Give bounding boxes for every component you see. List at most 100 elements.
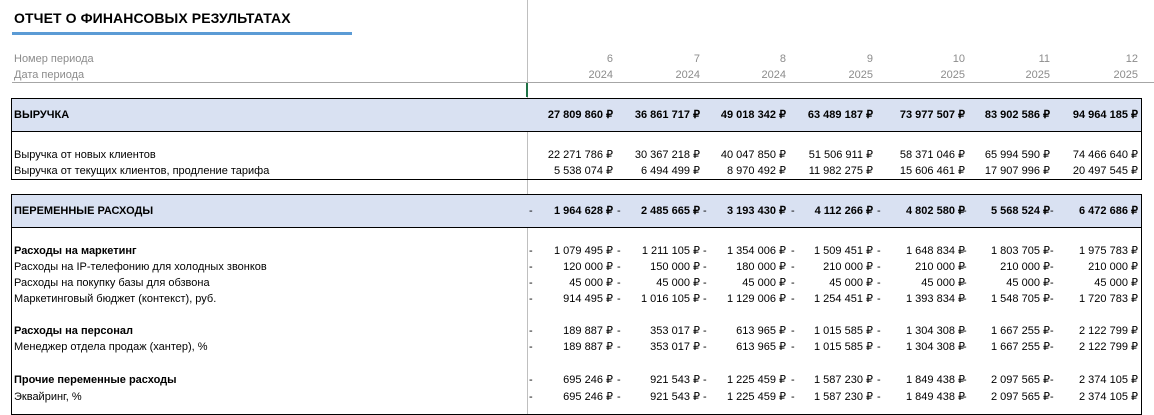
- value-cell[interactable]: 22 271 786 ₽: [530, 147, 613, 163]
- value-cell[interactable]: 1 849 438 ₽: [882, 372, 965, 388]
- value-cell[interactable]: 2 374 105 ₽: [1055, 389, 1138, 405]
- value-cell[interactable]: 73 977 507 ₽: [882, 107, 965, 123]
- value-cell[interactable]: 1 667 255 ₽: [967, 323, 1050, 339]
- value-cell[interactable]: 1 587 230 ₽: [790, 372, 873, 388]
- sales-manager-row[interactable]: Менеджер отдела продаж (хантер), % -189 …: [0, 339, 1154, 355]
- value-cell[interactable]: 2024: [530, 67, 613, 83]
- value-cell[interactable]: 1 587 230 ₽: [790, 389, 873, 405]
- value-cell[interactable]: 4 802 580 ₽: [882, 203, 965, 219]
- value-cell[interactable]: 8: [703, 51, 786, 67]
- value-cell[interactable]: 2 122 799 ₽: [1055, 323, 1138, 339]
- value-cell[interactable]: 51 506 911 ₽: [790, 147, 873, 163]
- value-cell[interactable]: 12: [1055, 51, 1138, 67]
- value-cell[interactable]: 2024: [703, 67, 786, 83]
- value-cell[interactable]: 1 509 451 ₽: [790, 243, 873, 259]
- value-cell[interactable]: 2 374 105 ₽: [1055, 372, 1138, 388]
- value-cell[interactable]: 2025: [1055, 67, 1138, 83]
- value-cell[interactable]: 1 016 105 ₽: [617, 291, 700, 307]
- value-cell[interactable]: 921 543 ₽: [617, 372, 700, 388]
- value-cell[interactable]: 189 887 ₽: [530, 323, 613, 339]
- value-cell[interactable]: 1 304 308 ₽: [882, 339, 965, 355]
- value-cell[interactable]: 2025: [790, 67, 873, 83]
- value-cell[interactable]: 45 000 ₽: [882, 275, 965, 291]
- value-cell[interactable]: 210 000 ₽: [790, 259, 873, 275]
- value-cell[interactable]: 210 000 ₽: [967, 259, 1050, 275]
- value-cell[interactable]: 20 497 545 ₽: [1055, 163, 1138, 179]
- value-cell[interactable]: 15 606 461 ₽: [882, 163, 965, 179]
- value-cell[interactable]: 45 000 ₽: [967, 275, 1050, 291]
- value-cell[interactable]: 5 568 524 ₽: [967, 203, 1050, 219]
- value-cell[interactable]: 11 982 275 ₽: [790, 163, 873, 179]
- variable-total-row[interactable]: ПЕРЕМЕННЫЕ РАСХОДЫ -1 964 628 ₽ -2 485 66…: [0, 203, 1154, 219]
- value-cell[interactable]: 2 097 565 ₽: [967, 389, 1050, 405]
- value-cell[interactable]: 83 902 586 ₽: [967, 107, 1050, 123]
- value-cell[interactable]: 1 211 105 ₽: [617, 243, 700, 259]
- value-cell[interactable]: 1 548 705 ₽: [967, 291, 1050, 307]
- value-cell[interactable]: 45 000 ₽: [703, 275, 786, 291]
- marketing-group-row[interactable]: Расходы на маркетинг -1 079 495 ₽ -1 211 …: [0, 243, 1154, 259]
- value-cell[interactable]: 63 489 187 ₽: [790, 107, 873, 123]
- value-cell[interactable]: 65 994 590 ₽: [967, 147, 1050, 163]
- value-cell[interactable]: 353 017 ₽: [617, 323, 700, 339]
- revenue-total-row[interactable]: ВЫРУЧКА 27 809 860 ₽36 861 717 ₽49 018 3…: [0, 107, 1154, 123]
- value-cell[interactable]: 189 887 ₽: [530, 339, 613, 355]
- value-cell[interactable]: 613 965 ₽: [703, 323, 786, 339]
- value-cell[interactable]: 1 964 628 ₽: [530, 203, 613, 219]
- value-cell[interactable]: 1 015 585 ₽: [790, 339, 873, 355]
- value-cell[interactable]: 2 485 665 ₽: [617, 203, 700, 219]
- value-cell[interactable]: 45 000 ₽: [1055, 275, 1138, 291]
- value-cell[interactable]: 2025: [967, 67, 1050, 83]
- value-cell[interactable]: 1 393 834 ₽: [882, 291, 965, 307]
- value-cell[interactable]: 1 015 585 ₽: [790, 323, 873, 339]
- value-cell[interactable]: 10: [882, 51, 965, 67]
- value-cell[interactable]: 921 543 ₽: [617, 389, 700, 405]
- value-cell[interactable]: 5 538 074 ₽: [530, 163, 613, 179]
- acquiring-row[interactable]: Эквайринг, % -695 246 ₽ -921 543 ₽ -1 225 …: [0, 389, 1154, 405]
- value-cell[interactable]: 94 964 185 ₽: [1055, 107, 1138, 123]
- value-cell[interactable]: 45 000 ₽: [790, 275, 873, 291]
- value-cell[interactable]: 914 495 ₽: [530, 291, 613, 307]
- value-cell[interactable]: 1 849 438 ₽: [882, 389, 965, 405]
- value-cell[interactable]: 1 975 783 ₽: [1055, 243, 1138, 259]
- value-cell[interactable]: 30 367 218 ₽: [617, 147, 700, 163]
- ip-telephony-row[interactable]: Расходы на IP-телефонию для холодных зво…: [0, 259, 1154, 275]
- staff-group-row[interactable]: Расходы на персонал -189 887 ₽ -353 017 ₽…: [0, 323, 1154, 339]
- value-cell[interactable]: 1 648 834 ₽: [882, 243, 965, 259]
- value-cell[interactable]: 40 047 850 ₽: [703, 147, 786, 163]
- value-cell[interactable]: 1 354 006 ₽: [703, 243, 786, 259]
- value-cell[interactable]: 4 112 266 ₽: [790, 203, 873, 219]
- value-cell[interactable]: 695 246 ₽: [530, 372, 613, 388]
- value-cell[interactable]: 74 466 640 ₽: [1055, 147, 1138, 163]
- value-cell[interactable]: 613 965 ₽: [703, 339, 786, 355]
- value-cell[interactable]: 1 667 255 ₽: [967, 339, 1050, 355]
- value-cell[interactable]: 210 000 ₽: [882, 259, 965, 275]
- value-cell[interactable]: 58 371 046 ₽: [882, 147, 965, 163]
- revenue-renewal-row[interactable]: Выручка от текущих клиентов, продление т…: [0, 163, 1154, 179]
- other-group-row[interactable]: Прочие переменные расходы -695 246 ₽ -921…: [0, 372, 1154, 388]
- value-cell[interactable]: 1 079 495 ₽: [530, 243, 613, 259]
- value-cell[interactable]: 1 225 459 ₽: [703, 389, 786, 405]
- value-cell[interactable]: 9: [790, 51, 873, 67]
- value-cell[interactable]: 45 000 ₽: [530, 275, 613, 291]
- value-cell[interactable]: 1 129 006 ₽: [703, 291, 786, 307]
- value-cell[interactable]: 3 193 430 ₽: [703, 203, 786, 219]
- value-cell[interactable]: 1 225 459 ₽: [703, 372, 786, 388]
- value-cell[interactable]: 2 122 799 ₽: [1055, 339, 1138, 355]
- value-cell[interactable]: 6: [530, 51, 613, 67]
- value-cell[interactable]: 180 000 ₽: [703, 259, 786, 275]
- value-cell[interactable]: 8 970 492 ₽: [703, 163, 786, 179]
- value-cell[interactable]: 120 000 ₽: [530, 259, 613, 275]
- value-cell[interactable]: 1 803 705 ₽: [967, 243, 1050, 259]
- value-cell[interactable]: 2 097 565 ₽: [967, 372, 1050, 388]
- value-cell[interactable]: 2025: [882, 67, 965, 83]
- revenue-new-clients-row[interactable]: Выручка от новых клиентов 22 271 786 ₽30…: [0, 147, 1154, 163]
- value-cell[interactable]: 353 017 ₽: [617, 339, 700, 355]
- value-cell[interactable]: 45 000 ₽: [617, 275, 700, 291]
- value-cell[interactable]: 150 000 ₽: [617, 259, 700, 275]
- value-cell[interactable]: 1 720 783 ₽: [1055, 291, 1138, 307]
- value-cell[interactable]: 210 000 ₽: [1055, 259, 1138, 275]
- database-purchase-row[interactable]: Расходы на покупку базы для обзвона -45 …: [0, 275, 1154, 291]
- value-cell[interactable]: 17 907 996 ₽: [967, 163, 1050, 179]
- value-cell[interactable]: 11: [967, 51, 1050, 67]
- marketing-budget-row[interactable]: Маркетинговый бюджет (контекст), руб. -9…: [0, 291, 1154, 307]
